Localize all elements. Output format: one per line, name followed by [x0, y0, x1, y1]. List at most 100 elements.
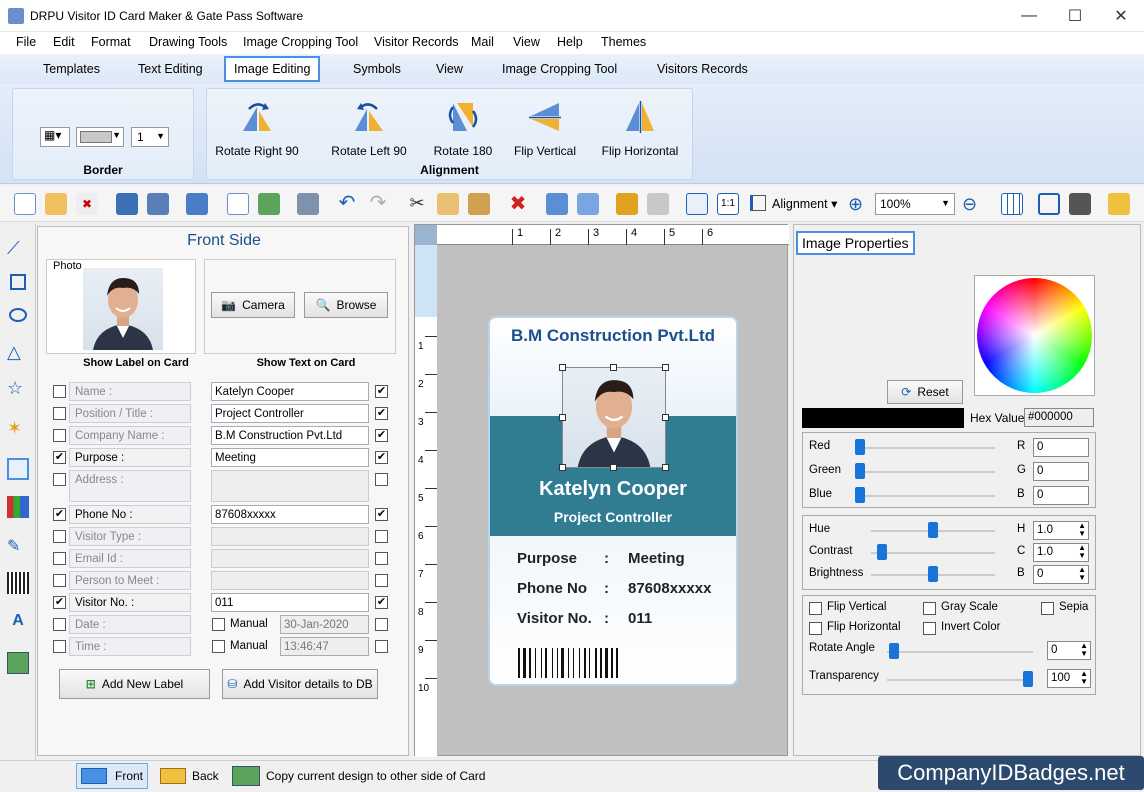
cut-icon[interactable]: ✂ — [406, 193, 428, 215]
show-text-checkbox[interactable]: ✔ — [375, 596, 388, 609]
menu-visitor-records[interactable]: Visitor Records — [374, 35, 459, 49]
mail-icon[interactable] — [1108, 193, 1130, 215]
hcb-value-field[interactable]: 1.0 ▲ ▼ — [1033, 543, 1089, 562]
properties-icon[interactable] — [227, 193, 249, 215]
tab-symbols[interactable]: Symbols — [353, 62, 401, 76]
close-icon[interactable]: ✕ — [1098, 0, 1144, 31]
transparency-field[interactable]: 100 ▲ ▼ — [1047, 669, 1091, 688]
export-icon[interactable] — [186, 193, 208, 215]
show-text-checkbox[interactable] — [375, 574, 388, 587]
label-value-field[interactable] — [211, 571, 369, 590]
border-width-dropdown[interactable]: 1 ▼ — [131, 127, 169, 147]
card-row-label[interactable]: Purpose — [517, 550, 577, 567]
label-checkbox[interactable]: ✔ — [53, 596, 66, 609]
library-tool-icon[interactable] — [7, 496, 29, 518]
hcb-value-field[interactable]: 1.0 ▲ ▼ — [1033, 521, 1089, 540]
fit-icon[interactable] — [686, 193, 708, 215]
show-text-checkbox[interactable]: ✔ — [375, 429, 388, 442]
text-tool-icon[interactable]: A — [7, 612, 29, 634]
menu-image-cropping[interactable]: Image Cropping Tool — [243, 35, 358, 49]
paste-icon[interactable] — [468, 193, 490, 215]
label-value-field[interactable]: 30-Jan-2020 — [280, 615, 369, 634]
label-value-field[interactable] — [211, 527, 369, 546]
rgb-value-field[interactable]: 0 — [1033, 438, 1089, 457]
hcb-value-field[interactable]: 0 ▲ ▼ — [1033, 565, 1089, 584]
alignment-dropdown[interactable]: Alignment ▾ — [772, 196, 837, 211]
flip-vertical-checkbox[interactable] — [809, 602, 822, 615]
front-side-button[interactable]: Front — [76, 763, 148, 789]
picture-tool-icon[interactable] — [7, 652, 29, 674]
manual-checkbox[interactable] — [212, 640, 225, 653]
zoom-out-icon[interactable]: ⊖ — [962, 194, 977, 215]
zoom-in-icon[interactable]: ⊕ — [848, 194, 863, 215]
add-visitor-db-button[interactable]: ⛁ Add Visitor details to DB — [222, 669, 378, 699]
tab-image-cropping-tool[interactable]: Image Cropping Tool — [502, 62, 617, 76]
hex-value-field[interactable]: #000000 — [1024, 408, 1094, 427]
rgb-track[interactable] — [855, 495, 995, 497]
rgb-value-field[interactable]: 0 — [1033, 486, 1089, 505]
star-tool-icon[interactable]: ☆ — [7, 378, 29, 400]
rotate-right-button[interactable]: Rotate Right 90 — [207, 99, 307, 158]
label-checkbox[interactable]: ✔ — [53, 508, 66, 521]
label-value-field[interactable] — [211, 549, 369, 568]
rgb-slider[interactable] — [855, 439, 865, 455]
shapes-tool-icon[interactable]: ✶ — [7, 418, 29, 440]
barcode-tool-icon[interactable] — [7, 572, 29, 594]
add-new-label-button[interactable]: ⊞ Add New Label — [59, 669, 210, 699]
print-icon[interactable] — [297, 193, 319, 215]
tab-image-editing[interactable]: Image Editing — [224, 56, 321, 82]
tab-view[interactable]: View — [436, 62, 463, 76]
save-icon[interactable] — [116, 193, 138, 215]
close-file-icon[interactable]: ✖ — [76, 193, 98, 215]
rgb-slider[interactable] — [855, 487, 865, 503]
show-text-checkbox[interactable] — [375, 618, 388, 631]
menu-themes[interactable]: Themes — [601, 35, 646, 49]
show-text-checkbox[interactable]: ✔ — [375, 407, 388, 420]
card-barcode[interactable] — [518, 648, 710, 678]
menu-format[interactable]: Format — [91, 35, 131, 49]
border-color-dropdown[interactable]: ▼ — [76, 127, 124, 147]
label-value-field[interactable]: 13:46:47 — [280, 637, 369, 656]
label-value-field[interactable] — [211, 470, 369, 502]
spinner-icon[interactable]: ▲ ▼ — [1078, 566, 1086, 582]
show-text-checkbox[interactable]: ✔ — [375, 508, 388, 521]
transparency-track[interactable] — [887, 679, 1033, 681]
show-text-checkbox[interactable] — [375, 473, 388, 486]
image-tool-icon[interactable] — [7, 458, 29, 480]
label-checkbox[interactable] — [53, 574, 66, 587]
tab-text-editing[interactable]: Text Editing — [138, 62, 203, 76]
grid-icon[interactable] — [1001, 193, 1023, 215]
show-text-checkbox[interactable] — [375, 552, 388, 565]
new-icon[interactable] — [14, 193, 36, 215]
menu-drawing-tools[interactable]: Drawing Tools — [149, 35, 227, 49]
copy-icon[interactable] — [437, 193, 459, 215]
flip-horizontal-checkbox[interactable] — [809, 622, 822, 635]
card-row-label[interactable]: Phone No — [517, 580, 587, 597]
line-tool-icon[interactable]: ⟋ — [7, 238, 29, 260]
crop-icon[interactable] — [1038, 193, 1060, 215]
spinner-icon[interactable]: ▲ ▼ — [1078, 544, 1086, 560]
actual-size-icon[interactable]: 1:1 — [717, 193, 739, 215]
label-value-field[interactable]: 011 — [211, 593, 369, 612]
card-row-value[interactable]: 011 — [628, 610, 652, 627]
rectangle-tool-icon[interactable] — [10, 274, 26, 290]
label-checkbox[interactable] — [53, 429, 66, 442]
label-checkbox[interactable] — [53, 530, 66, 543]
reset-button[interactable]: ⟳ Reset — [887, 380, 963, 404]
ellipse-tool-icon[interactable] — [9, 308, 27, 322]
card-row-value[interactable]: Meeting — [628, 550, 685, 567]
rotate-angle-slider[interactable] — [889, 643, 899, 659]
delete-icon[interactable]: ✖ — [507, 193, 529, 215]
tab-visitors-records[interactable]: Visitors Records — [657, 62, 748, 76]
border-style-dropdown[interactable]: ▦▾ — [40, 127, 70, 147]
signature-tool-icon[interactable]: ✎ — [7, 536, 29, 558]
menu-edit[interactable]: Edit — [53, 35, 75, 49]
menu-view[interactable]: View — [513, 35, 540, 49]
minimize-icon[interactable]: — — [1006, 0, 1052, 31]
flip-vertical-button[interactable]: Flip Vertical — [495, 99, 595, 158]
unlock-icon[interactable] — [647, 193, 669, 215]
open-icon[interactable] — [45, 193, 67, 215]
color-wheel-box[interactable] — [974, 275, 1095, 396]
rgb-track[interactable] — [855, 447, 995, 449]
save-as-icon[interactable] — [147, 193, 169, 215]
